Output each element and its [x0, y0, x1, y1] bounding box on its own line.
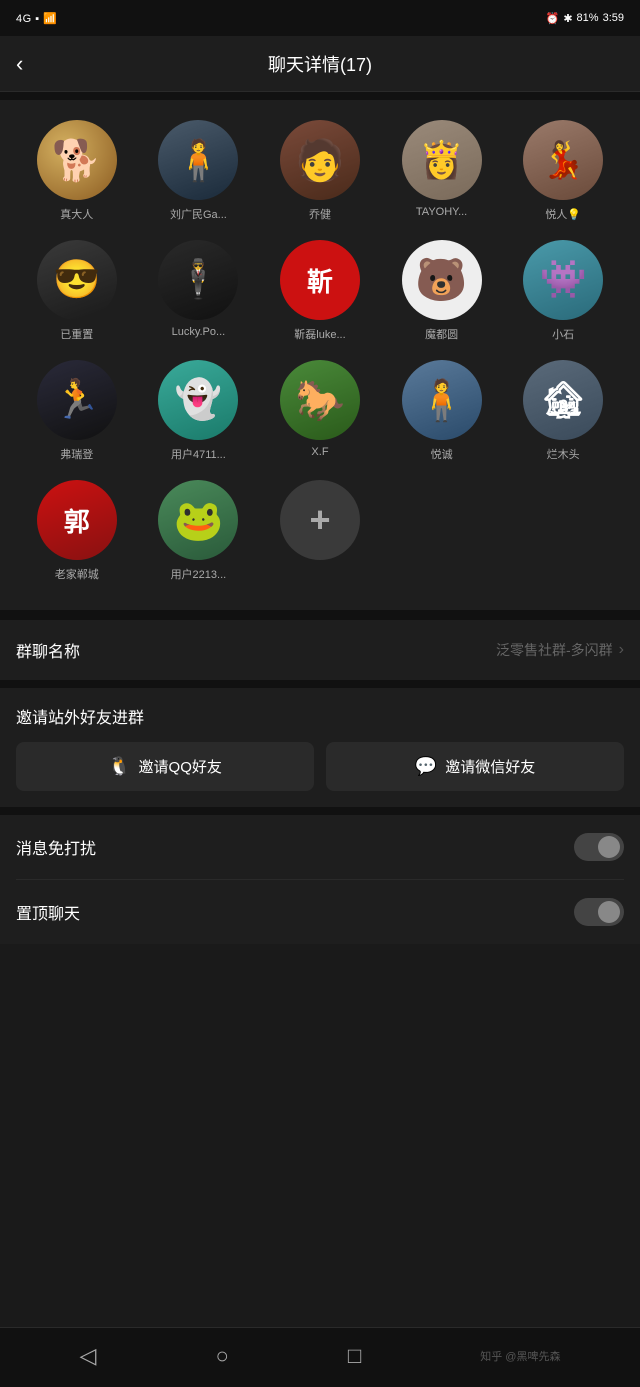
member-name: 烂木头 — [547, 446, 580, 462]
pin-label: 置顶聊天 — [16, 900, 80, 924]
member-name: 老家郸城 — [55, 566, 99, 582]
recent-nav-button[interactable]: □ — [348, 1343, 361, 1369]
member-name: 乔健 — [309, 206, 331, 222]
avatar: 郭 — [37, 480, 117, 560]
wechat-icon: 💬 — [415, 756, 437, 777]
member-item[interactable]: 🧍 刘广民Ga... — [138, 120, 260, 222]
invite-qq-button[interactable]: 🐧 邀请QQ好友 — [16, 742, 314, 791]
member-item[interactable]: 🕴 Lucky.Po... — [138, 240, 260, 342]
avatar: 靳 — [280, 240, 360, 320]
member-name: 用户4711... — [171, 446, 226, 462]
back-button[interactable]: ‹ — [16, 47, 31, 81]
bottom-spacer — [0, 944, 640, 1014]
mute-row: 消息免打扰 — [16, 815, 624, 880]
member-name: TAYOHY... — [416, 206, 467, 218]
battery-text: 81% — [577, 12, 599, 24]
invite-wechat-button[interactable]: 💬 邀请微信好友 — [326, 742, 624, 791]
avatar: 🐸 — [158, 480, 238, 560]
avatar: 🧍 — [158, 120, 238, 200]
member-name: 刘广民Ga... — [170, 206, 227, 222]
member-item[interactable]: 💃 悦人💡 — [502, 120, 624, 222]
signal-indicator: 4G ▪ 📶 — [16, 12, 57, 25]
member-name: 魔都圆 — [425, 326, 458, 342]
member-name: 悦诚 — [431, 446, 453, 462]
member-item[interactable]: 靳靳磊luke... — [259, 240, 381, 342]
header: ‹ 聊天详情(17) — [0, 36, 640, 92]
bottom-nav: ◁ ○ □ 知乎 @黑啤先森 — [0, 1327, 640, 1387]
member-item[interactable]: + — [259, 480, 381, 582]
mute-toggle[interactable] — [574, 833, 624, 861]
avatar: 🏚 — [523, 360, 603, 440]
member-item[interactable]: 🧍 悦诚 — [381, 360, 503, 462]
avatar: 👾 — [523, 240, 603, 320]
member-item[interactable]: 🏚 烂木头 — [502, 360, 624, 462]
members-grid: 🐕 真大人 🧍 刘广民Ga... 🧑 乔健 👸 TAYOHY... 💃 悦人💡 😎 已重置 🕴 Lucky… — [16, 120, 624, 600]
avatar: 🐎 — [280, 360, 360, 440]
member-name: 靳磊luke... — [294, 326, 345, 342]
avatar: 🐻 — [402, 240, 482, 320]
divider-1 — [0, 610, 640, 620]
page-title: 聊天详情(17) — [268, 51, 372, 77]
toggle-settings-section: 消息免打扰 置顶聊天 — [0, 815, 640, 944]
member-item[interactable]: 🏃 弗瑞登 — [16, 360, 138, 462]
watermark: 知乎 @黑啤先森 — [480, 1348, 560, 1364]
group-name-value: 泛零售社群-多闪群 › — [496, 640, 624, 660]
bluetooth-icon: ✱ — [563, 12, 572, 25]
avatar: + — [280, 480, 360, 560]
pin-row: 置顶聊天 — [16, 880, 624, 944]
member-item[interactable]: 👻 用户4711... — [138, 360, 260, 462]
members-section: 🐕 真大人 🧍 刘广民Ga... 🧑 乔健 👸 TAYOHY... 💃 悦人💡 😎 已重置 🕴 Lucky… — [0, 100, 640, 610]
member-item[interactable]: 🐎 X.F — [259, 360, 381, 462]
member-item[interactable]: 🐸 用户2213... — [138, 480, 260, 582]
avatar: 💃 — [523, 120, 603, 200]
member-name: 已重置 — [60, 326, 93, 342]
gap-after-header — [0, 92, 640, 100]
member-name: X.F — [311, 446, 328, 458]
avatar: 🐕 — [37, 120, 117, 200]
group-name-label: 群聊名称 — [16, 638, 80, 662]
invite-section: 邀请站外好友进群 🐧 邀请QQ好友 💬 邀请微信好友 — [0, 688, 640, 807]
member-name: 小石 — [552, 326, 574, 342]
settings-section: 群聊名称 泛零售社群-多闪群 › — [0, 620, 640, 680]
group-name-row[interactable]: 群聊名称 泛零售社群-多闪群 › — [16, 620, 624, 680]
member-name: 弗瑞登 — [60, 446, 93, 462]
avatar: 👻 — [158, 360, 238, 440]
mute-label: 消息免打扰 — [16, 835, 96, 859]
avatar: 🧑 — [280, 120, 360, 200]
qq-icon: 🐧 — [108, 756, 130, 777]
member-item[interactable]: 👸 TAYOHY... — [381, 120, 503, 222]
member-item[interactable]: 👾 小石 — [502, 240, 624, 342]
member-item[interactable]: 😎 已重置 — [16, 240, 138, 342]
member-item[interactable]: 🐕 真大人 — [16, 120, 138, 222]
status-bar: 4G ▪ 📶 ⏰ ✱ 81% 3:59 — [0, 0, 640, 36]
member-name: 用户2213... — [171, 566, 227, 582]
home-nav-button[interactable]: ○ — [216, 1343, 229, 1369]
pin-toggle[interactable] — [574, 898, 624, 926]
gap-invite — [0, 680, 640, 688]
back-nav-button[interactable]: ◁ — [80, 1343, 97, 1369]
member-name: 真大人 — [60, 206, 93, 222]
chevron-icon: › — [619, 641, 624, 659]
member-item[interactable]: 🐻 魔都圆 — [381, 240, 503, 342]
clock-icon: ⏰ — [546, 12, 560, 25]
member-item[interactable]: 🧑 乔健 — [259, 120, 381, 222]
status-right: ⏰ ✱ 81% 3:59 — [546, 12, 624, 25]
member-name: 悦人💡 — [545, 206, 581, 222]
invite-buttons-container: 🐧 邀请QQ好友 💬 邀请微信好友 — [16, 742, 624, 807]
avatar: 🏃 — [37, 360, 117, 440]
avatar: 😎 — [37, 240, 117, 320]
avatar: 🧍 — [402, 360, 482, 440]
gap-mute — [0, 807, 640, 815]
invite-section-label: 邀请站外好友进群 — [16, 704, 624, 728]
time-display: 3:59 — [603, 12, 624, 24]
member-name: Lucky.Po... — [172, 326, 226, 338]
avatar: 🕴 — [158, 240, 238, 320]
avatar: 👸 — [402, 120, 482, 200]
member-item[interactable]: 郭老家郸城 — [16, 480, 138, 582]
